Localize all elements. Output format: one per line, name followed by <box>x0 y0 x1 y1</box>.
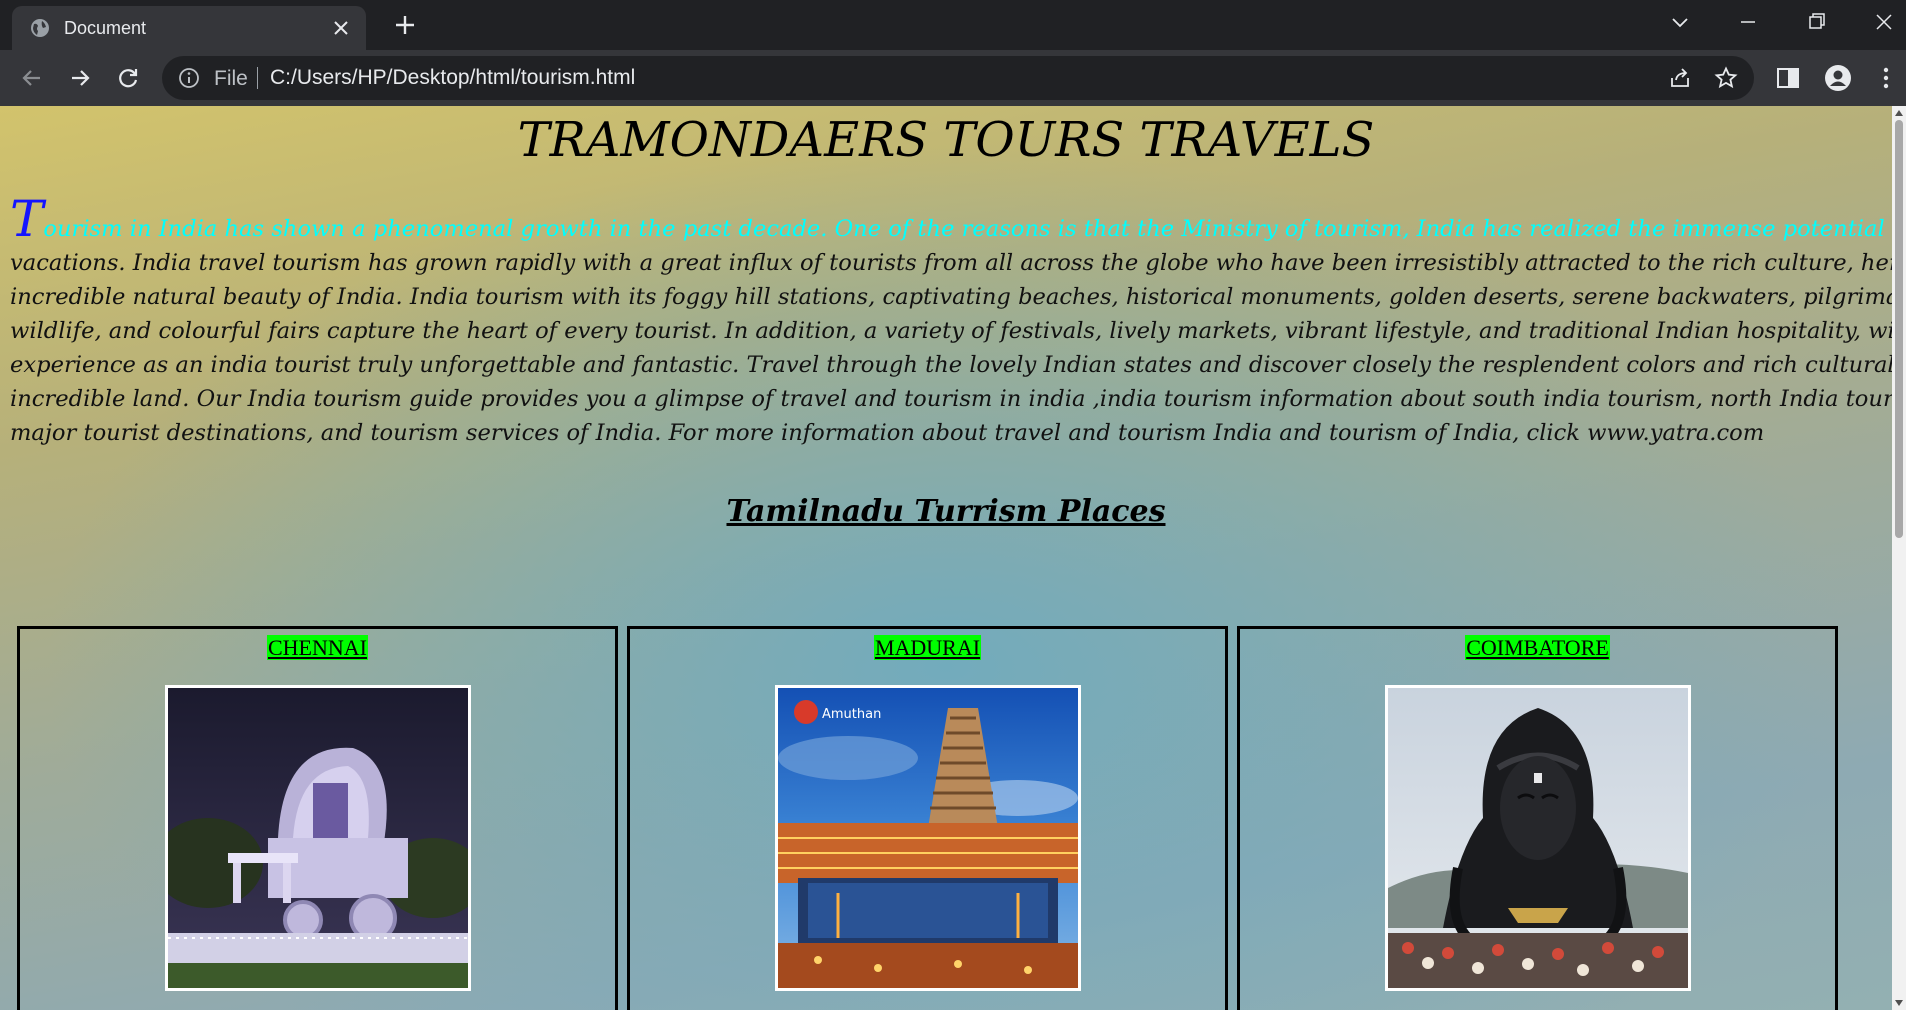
scrollbar-thumb[interactable] <box>1895 120 1903 538</box>
restore-icon[interactable] <box>1802 10 1830 34</box>
intro-paragraph: Tourism in India has shown a phenomenal … <box>10 194 1892 450</box>
address-bar[interactable]: File C:/Users/HP/Desktop/html/tourism.ht… <box>162 56 1754 100</box>
reload-icon[interactable] <box>114 64 142 92</box>
place-name-madurai[interactable]: MADURAI <box>873 635 982 660</box>
new-tab-icon[interactable] <box>392 12 418 38</box>
highlight-text: ourism in India has shown a phenomenal g… <box>43 216 1892 242</box>
intro-line: wildlife, and colourful fairs capture th… <box>10 318 1892 344</box>
intro-line: incredible natural beauty of India. Indi… <box>10 284 1892 310</box>
file-label: File <box>214 67 248 90</box>
tab-search-chevron-icon[interactable] <box>1666 10 1694 34</box>
menu-dots-icon[interactable] <box>1872 64 1900 92</box>
tab-strip: Document <box>0 0 1906 50</box>
intro-line: Tourism in India has shown a phenomenal … <box>10 194 1892 246</box>
close-tab-icon[interactable] <box>330 17 352 39</box>
side-panel-icon[interactable] <box>1774 64 1802 92</box>
intro-line: major tourist destinations, and tourism … <box>10 420 1765 446</box>
bookmark-star-icon[interactable] <box>1714 66 1738 90</box>
places-subtitle: Tamilnadu Turrism Places <box>726 494 1166 529</box>
minimize-icon[interactable] <box>1734 10 1762 34</box>
close-window-icon[interactable] <box>1870 10 1898 34</box>
photo-watermark: Amuthan <box>822 707 881 722</box>
madurai-temple-photo: Amuthan <box>775 685 1081 991</box>
place-name-wrap: CHENNAI <box>20 635 615 661</box>
profile-avatar-icon[interactable] <box>1824 64 1852 92</box>
share-icon[interactable] <box>1668 66 1692 90</box>
address-separator <box>257 67 258 89</box>
page-scrollbar[interactable] <box>1892 106 1906 1010</box>
place-card-chennai: CHENNAI <box>17 626 618 1010</box>
url-text[interactable]: C:/Users/HP/Desktop/html/tourism.html <box>270 66 635 90</box>
scroll-down-arrow-icon[interactable] <box>1895 1000 1903 1006</box>
drop-cap: T <box>10 190 44 248</box>
place-name-wrap: COIMBATORE <box>1240 635 1835 661</box>
intro-line: incredible land. Our India tourism guide… <box>10 386 1892 412</box>
site-title: TRAMONDAERS TOURS TRAVELS <box>517 112 1375 168</box>
forward-arrow-icon[interactable] <box>66 64 94 92</box>
intro-line: vacations. India travel tourism has grow… <box>10 250 1892 276</box>
place-card-coimbatore: COIMBATORE <box>1237 626 1838 1010</box>
browser-tab[interactable]: Document <box>12 6 366 50</box>
web-page: TRAMONDAERS TOURS TRAVELS Tourism in Ind… <box>0 106 1892 1010</box>
intro-line: experience as an india tourist truly unf… <box>10 352 1892 378</box>
browser-toolbar: File C:/Users/HP/Desktop/html/tourism.ht… <box>0 50 1906 106</box>
place-name-wrap: MADURAI <box>630 635 1225 661</box>
back-arrow-icon[interactable] <box>18 64 46 92</box>
chennai-monument-photo <box>165 685 471 991</box>
place-name-chennai[interactable]: CHENNAI <box>267 635 368 660</box>
place-name-coimbatore[interactable]: COIMBATORE <box>1465 635 1610 660</box>
scroll-up-arrow-icon[interactable] <box>1895 110 1903 116</box>
info-icon[interactable] <box>178 67 200 89</box>
place-card-madurai: MADURAI Amuthan <box>627 626 1228 1010</box>
globe-icon <box>31 19 49 37</box>
tab-title: Document <box>64 17 147 38</box>
coimbatore-adiyogi-photo <box>1385 685 1691 991</box>
